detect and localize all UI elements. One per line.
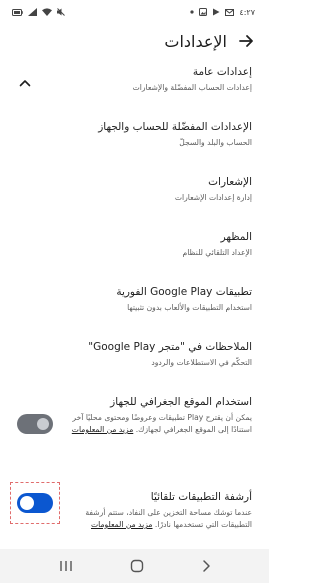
chevron-up-icon[interactable]	[18, 76, 32, 90]
learn-more-link[interactable]: مزيد من المعلومات	[72, 425, 133, 434]
home-icon[interactable]	[130, 559, 144, 573]
play-store-icon	[212, 8, 220, 16]
item-subtitle: الإعداد التلقائي للنظام	[182, 248, 252, 257]
status-time: ٤:٢٧	[239, 7, 255, 17]
item-subtitle: عندما توشك مساحة التخزين على النفاد، ستت…	[68, 507, 252, 531]
item-title: المظهر	[220, 231, 252, 243]
item-title: أرشفة التطبيقات تلقائيًا	[150, 491, 252, 503]
item-title: الإشعارات	[208, 176, 252, 188]
signal-icon	[28, 8, 37, 16]
item-subtitle: استخدام التطبيقات والألعاب بدون تثبيتها	[127, 303, 252, 312]
item-title: الملاحظات في "متجر Google Play"	[88, 341, 252, 353]
item-subtitle: يمكن أن يقترح Play تطبيقات وعروضًا ومحتو…	[68, 412, 252, 436]
status-right: ٤:٢٧	[190, 8, 255, 17]
app-bar: الإعدادات	[0, 24, 269, 58]
item-title: الإعدادات المفضّلة للحساب والجهاز	[98, 121, 252, 133]
learn-more-link[interactable]: مزيد من المعلومات	[91, 520, 152, 529]
settings-screen: ٤:٢٧ الإعدادات إعدادات عامة إعدادات الحس…	[0, 0, 269, 583]
back-nav-icon[interactable]	[201, 559, 211, 573]
gmail-icon	[225, 8, 235, 16]
back-arrow-icon[interactable]	[237, 32, 255, 50]
system-navigation-bar	[0, 549, 269, 583]
mute-icon	[57, 8, 65, 16]
list-item-instant-apps[interactable]: تطبيقات Google Play الفورية استخدام التط…	[0, 285, 269, 314]
notification-dot-icon	[190, 10, 195, 14]
toggle-knob	[20, 496, 34, 510]
list-item-appearance[interactable]: المظهر الإعداد التلقائي للنظام	[0, 230, 269, 259]
item-subtitle: التحكّم في الاستطلاعات والردود	[151, 358, 252, 367]
list-item-feedback[interactable]: الملاحظات في "متجر Google Play" التحكّم …	[0, 340, 269, 369]
wifi-icon	[42, 8, 52, 16]
auto-archive-toggle[interactable]	[17, 493, 53, 513]
item-title: استخدام الموقع الجغرافي للجهاز	[110, 396, 252, 408]
recents-icon[interactable]	[59, 560, 73, 572]
item-subtitle: الحساب والبلد والسجلّ	[179, 138, 252, 147]
location-toggle[interactable]	[17, 414, 53, 434]
list-item-general[interactable]: إعدادات عامة إعدادات الحساب المفضّلة وال…	[0, 65, 269, 94]
item-subtitle: إعدادات الحساب المفضّلة والإشعارات	[132, 83, 252, 92]
status-bar: ٤:٢٧	[0, 0, 269, 24]
status-icons	[12, 8, 65, 16]
gallery-icon	[199, 8, 208, 16]
item-title: إعدادات عامة	[192, 66, 252, 78]
page-title: الإعدادات	[164, 31, 227, 51]
item-title: تطبيقات Google Play الفورية	[116, 286, 252, 298]
list-item-account-device[interactable]: الإعدادات المفضّلة للحساب والجهاز الحساب…	[0, 120, 269, 149]
battery-icon	[12, 8, 23, 16]
toggle-knob	[37, 418, 49, 430]
list-item-notifications[interactable]: الإشعارات إدارة إعدادات الإشعارات	[0, 175, 269, 204]
item-subtitle: إدارة إعدادات الإشعارات	[174, 193, 252, 202]
